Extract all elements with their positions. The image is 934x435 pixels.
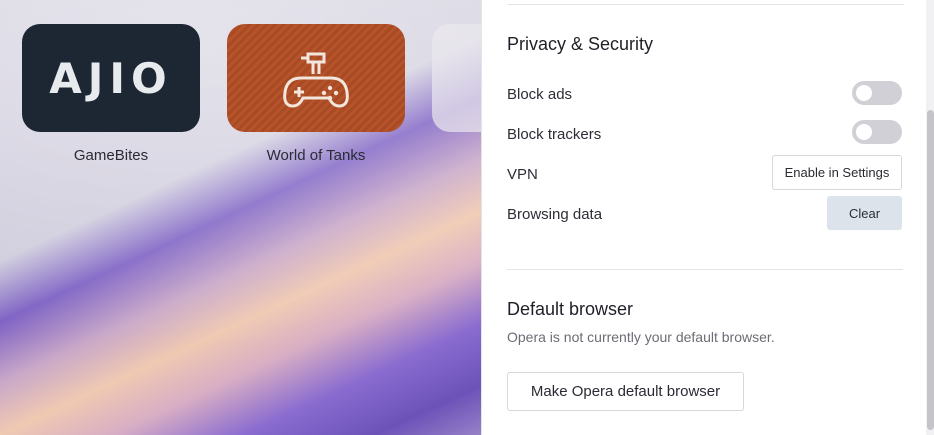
clear-browsing-data-button[interactable]: Clear xyxy=(827,196,902,230)
block-ads-label: Block ads xyxy=(507,86,573,103)
section-divider xyxy=(507,269,903,270)
make-default-browser-button[interactable]: Make Opera default browser xyxy=(507,372,744,411)
speed-dial-tile-world-of-tanks[interactable] xyxy=(227,24,405,132)
browsing-data-label: Browsing data xyxy=(507,206,603,223)
speed-dial-label-world-of-tanks[interactable]: World of Tanks xyxy=(227,147,405,164)
default-browser-title: Default browser xyxy=(507,299,634,319)
vpn-label: VPN xyxy=(507,166,538,183)
settings-panel: Privacy & Security Block ads Block track… xyxy=(481,0,934,435)
block-ads-toggle[interactable] xyxy=(852,81,902,105)
divider xyxy=(508,4,904,5)
ajio-logo: AJIO xyxy=(49,53,173,103)
toggle-knob xyxy=(856,124,872,140)
scrollbar-thumb[interactable] xyxy=(927,110,934,430)
toggle-knob xyxy=(856,85,872,101)
default-browser-description: Opera is not currently your default brow… xyxy=(507,329,775,345)
privacy-security-title: Privacy & Security xyxy=(507,34,654,54)
speed-dial-tile-gamebites[interactable]: AJIO xyxy=(22,24,200,132)
block-trackers-label: Block trackers xyxy=(507,126,602,143)
block-trackers-toggle[interactable] xyxy=(852,120,902,144)
enable-vpn-button[interactable]: Enable in Settings xyxy=(772,155,902,190)
gamepad-icon xyxy=(283,52,349,108)
speed-dial-label-gamebites[interactable]: GameBites xyxy=(22,147,200,164)
scrollbar-track[interactable] xyxy=(926,0,934,435)
